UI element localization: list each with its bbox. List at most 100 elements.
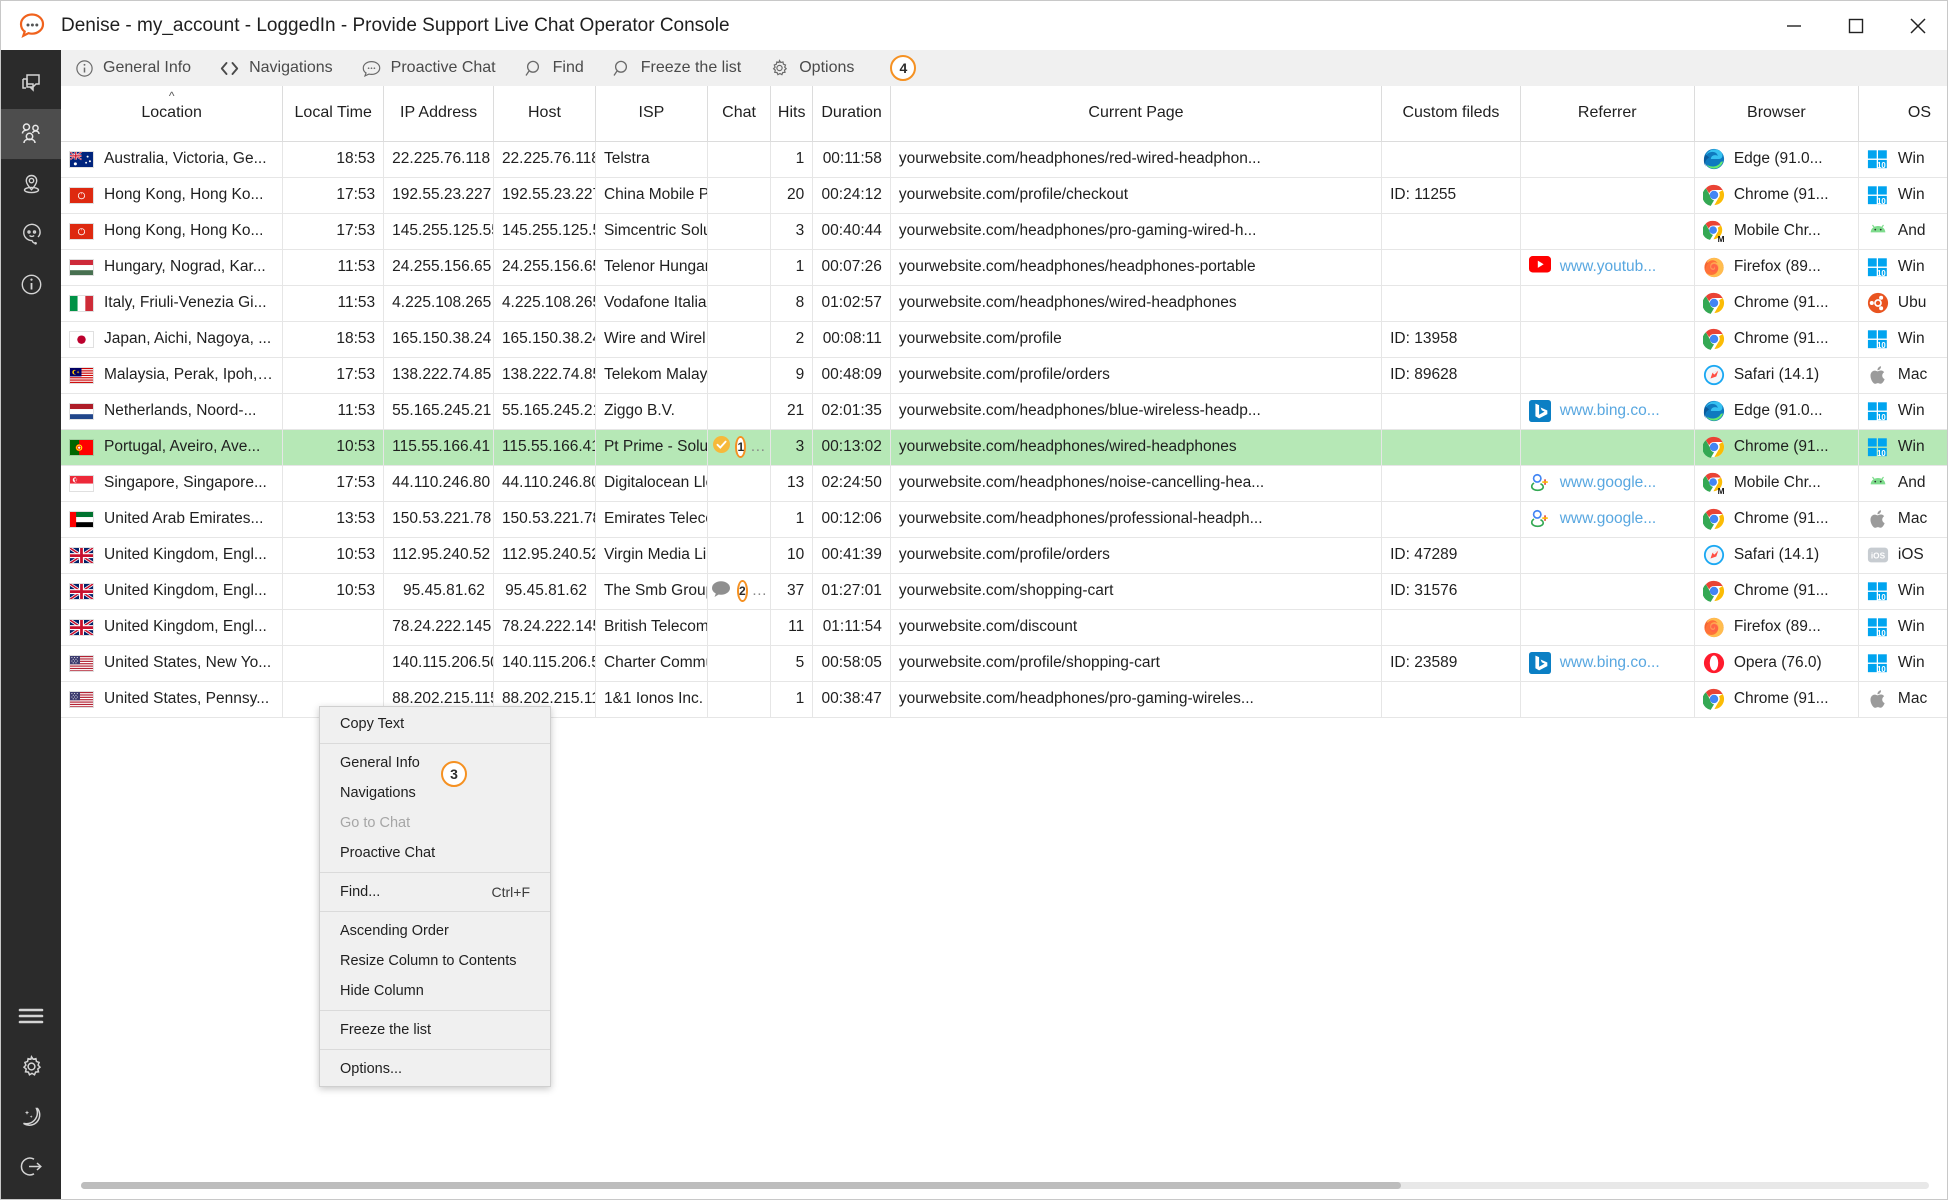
cell-browser[interactable]: Chrome (91... <box>1694 501 1859 538</box>
cell-referrer[interactable] <box>1520 177 1695 214</box>
cell-location[interactable]: Singapore, Singapore... <box>61 465 284 502</box>
cell-os[interactable]: 10 Win <box>1858 645 1947 682</box>
cell-hits[interactable]: 1 <box>770 501 814 538</box>
referrer-link[interactable]: www.youtub... <box>1560 258 1657 276</box>
context-menu-item-resize-column-to-contents[interactable]: Resize Column to Contents <box>320 946 550 976</box>
cell-browser[interactable]: Edge (91.0... <box>1694 141 1859 178</box>
table-row[interactable]: Singapore, Singapore... 17:53 44.110.246.8… <box>61 465 1947 502</box>
cell-custom-fields[interactable]: ID: 23589 <box>1381 645 1521 682</box>
cell-location[interactable]: Portugal, Aveiro, Ave... <box>61 429 284 466</box>
cell-host[interactable]: 112.95.240.52 <box>493 537 596 574</box>
scrollbar-thumb[interactable] <box>81 1182 1401 1189</box>
cell-referrer[interactable] <box>1520 429 1695 466</box>
referrer-link[interactable]: www.bing.co... <box>1560 654 1660 672</box>
cell-duration[interactable]: 00:12:06 <box>812 501 891 538</box>
cell-chat[interactable] <box>707 177 772 214</box>
cell-local-time[interactable]: 11:53 <box>282 285 385 322</box>
cell-current-page[interactable]: yourwebsite.com/shopping-cart <box>890 573 1383 610</box>
cell-referrer[interactable]: www.google... <box>1520 501 1695 538</box>
referrer-link[interactable]: www.google... <box>1560 474 1657 492</box>
cell-isp[interactable]: Ziggo B.V. <box>595 393 708 430</box>
cell-host[interactable]: 95.45.81.62 <box>493 573 596 610</box>
cell-current-page[interactable]: yourwebsite.com/headphones/red-wired-hea… <box>890 141 1383 178</box>
sidebar-item-chats[interactable] <box>1 59 61 109</box>
toolbar-proactive-chat[interactable]: Proactive Chat <box>347 50 510 86</box>
cell-ip-address[interactable]: 22.225.76.118 <box>383 141 494 178</box>
cell-hits[interactable]: 10 <box>770 537 814 574</box>
sidebar-item-logout[interactable] <box>1 1141 61 1191</box>
cell-duration[interactable]: 00:48:09 <box>812 357 891 394</box>
cell-chat[interactable] <box>707 285 772 322</box>
cell-chat[interactable] <box>707 249 772 286</box>
cell-browser[interactable]: M Mobile Chr... <box>1694 213 1859 250</box>
cell-os[interactable]: 10 Win <box>1858 429 1947 466</box>
cell-browser[interactable]: Safari (14.1) <box>1694 537 1859 574</box>
cell-ip-address[interactable]: 78.24.222.145 <box>383 609 494 646</box>
cell-referrer[interactable]: www.youtub... <box>1520 249 1695 286</box>
cell-duration[interactable]: 00:08:11 <box>812 321 891 358</box>
cell-custom-fields[interactable] <box>1381 285 1521 322</box>
column-header-referrer[interactable]: Referrer <box>1520 86 1695 142</box>
cell-chat[interactable] <box>707 681 772 718</box>
cell-host[interactable]: 24.255.156.65 <box>493 249 596 286</box>
cell-location[interactable]: United States, New Yo... <box>61 645 284 682</box>
cell-hits[interactable]: 13 <box>770 465 814 502</box>
cell-custom-fields[interactable]: ID: 11255 <box>1381 177 1521 214</box>
cell-duration[interactable]: 00:40:44 <box>812 213 891 250</box>
column-header-hits[interactable]: Hits <box>770 86 814 142</box>
cell-referrer[interactable] <box>1520 681 1695 718</box>
column-header-local-time[interactable]: Local Time <box>282 86 385 142</box>
cell-os[interactable]: 10 Win <box>1858 573 1947 610</box>
toolbar-freeze-the-list[interactable]: Freeze the list <box>598 50 755 86</box>
cell-os[interactable]: Mac <box>1858 681 1947 718</box>
chat-message-icon[interactable] <box>711 580 733 603</box>
cell-custom-fields[interactable] <box>1381 501 1521 538</box>
cell-browser[interactable]: Edge (91.0... <box>1694 393 1859 430</box>
cell-isp[interactable]: Vodafone Italia ... <box>595 285 708 322</box>
cell-custom-fields[interactable] <box>1381 249 1521 286</box>
cell-current-page[interactable]: yourwebsite.com/headphones/wired-headpho… <box>890 285 1383 322</box>
cell-location[interactable]: United Kingdom, Engl... <box>61 573 284 610</box>
cell-local-time[interactable] <box>282 645 385 682</box>
cell-referrer[interactable] <box>1520 357 1695 394</box>
cell-os[interactable]: 10 Win <box>1858 609 1947 646</box>
cell-browser[interactable]: Opera (76.0) <box>1694 645 1859 682</box>
cell-os[interactable]: 10 Win <box>1858 177 1947 214</box>
cell-isp[interactable]: Virgin Media Li... <box>595 537 708 574</box>
cell-host[interactable]: 140.115.206.50 <box>493 645 596 682</box>
cell-hits[interactable]: 2 <box>770 321 814 358</box>
cell-duration[interactable]: 00:41:39 <box>812 537 891 574</box>
cell-duration[interactable]: 01:02:57 <box>812 285 891 322</box>
cell-browser[interactable]: M Mobile Chr... <box>1694 465 1859 502</box>
cell-current-page[interactable]: yourwebsite.com/headphones/headphones-po… <box>890 249 1383 286</box>
cell-chat[interactable] <box>707 609 772 646</box>
context-menu-item-find[interactable]: Find... Ctrl+F <box>320 877 550 907</box>
column-header-ip-address[interactable]: IP Address <box>383 86 494 142</box>
cell-location[interactable]: United Arab Emirates... <box>61 501 284 538</box>
cell-ip-address[interactable]: 165.150.38.24 <box>383 321 494 358</box>
table-row[interactable]: United Arab Emirates... 13:53 150.53.221.7… <box>61 501 1947 538</box>
cell-os[interactable]: Mac <box>1858 501 1947 538</box>
context-menu-item-navigations[interactable]: Navigations <box>320 778 550 808</box>
cell-custom-fields[interactable] <box>1381 465 1521 502</box>
table-row[interactable]: United Kingdom, Engl... 78.24.222.145 78.2… <box>61 609 1947 646</box>
cell-referrer[interactable] <box>1520 213 1695 250</box>
column-header-host[interactable]: Host <box>493 86 596 142</box>
cell-current-page[interactable]: yourwebsite.com/profile/orders <box>890 537 1383 574</box>
table-row[interactable]: Netherlands, Noord-... 11:53 55.165.245.21… <box>61 393 1947 430</box>
context-menu-item-general-info[interactable]: General Info <box>320 748 550 778</box>
cell-os[interactable]: 10 Win <box>1858 141 1947 178</box>
table-row[interactable]: Australia, Victoria, Ge... 18:53 22.225.76… <box>61 141 1947 178</box>
table-row[interactable]: Hungary, Nograd, Kar... 11:53 24.255.156.6… <box>61 249 1947 286</box>
cell-local-time[interactable]: 13:53 <box>282 501 385 538</box>
context-menu-item-hide-column[interactable]: Hide Column <box>320 976 550 1006</box>
toolbar-navigations[interactable]: Navigations <box>205 50 347 86</box>
cell-isp[interactable]: Wire and Wirel... <box>595 321 708 358</box>
cell-location[interactable]: Japan, Aichi, Nagoya, ... <box>61 321 284 358</box>
cell-os[interactable]: Ubu <box>1858 285 1947 322</box>
cell-isp[interactable]: 1&1 Ionos Inc. <box>595 681 708 718</box>
cell-isp[interactable]: Charter Commu... <box>595 645 708 682</box>
cell-local-time[interactable]: 18:53 <box>282 321 385 358</box>
cell-chat[interactable] <box>707 213 772 250</box>
cell-host[interactable]: 78.24.222.145 <box>493 609 596 646</box>
